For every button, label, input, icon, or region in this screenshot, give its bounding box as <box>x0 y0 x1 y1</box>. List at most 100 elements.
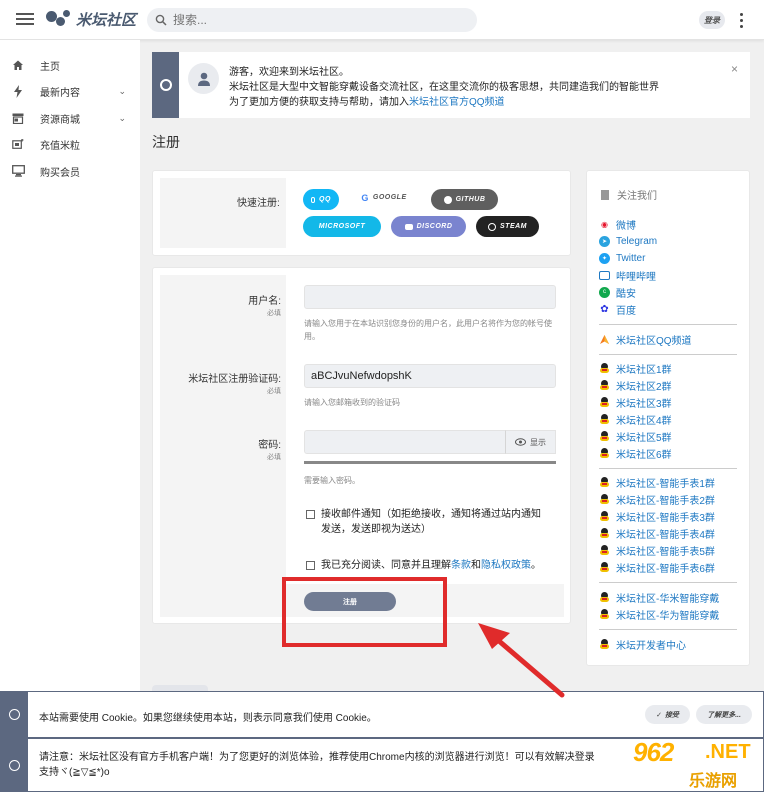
home-icon <box>11 58 25 72</box>
link-label: 米坛社区-华米智能穿戴 <box>616 593 720 605</box>
sidebar: 主页 最新内容 ⌄ 资源商城 ⌄ 充值米粒 购买会员 <box>0 40 140 792</box>
qq-icon <box>599 379 610 391</box>
label-column <box>160 178 286 248</box>
link-bilibili[interactable]: 哔哩哔哩 <box>599 268 656 283</box>
accept-cookie-button[interactable]: ✓ 接受 <box>645 705 690 724</box>
sidebar-item-store[interactable]: 资源商城 ⌄ <box>0 105 140 132</box>
link-watch-group[interactable]: 米坛社区-智能手表1群 <box>599 475 715 490</box>
recharge-icon <box>11 138 25 152</box>
qq-icon <box>599 430 610 442</box>
link-brand-group[interactable]: 米坛社区-华米智能穿戴 <box>599 590 720 605</box>
steam-login-button[interactable]: STEAM <box>476 216 539 237</box>
baidu-icon: ✿ <box>600 303 609 315</box>
terms-link[interactable]: 条款 <box>451 560 471 571</box>
link-qq-channel[interactable]: 米坛社区QQ频道 <box>599 332 692 347</box>
sidebar-item-recharge[interactable]: 充值米粒 <box>0 132 140 159</box>
link-watch-group[interactable]: 米坛社区-智能手表3群 <box>599 509 715 524</box>
divider <box>599 324 737 325</box>
watermark-cn: 乐游网 <box>689 773 738 790</box>
document-icon <box>601 189 609 200</box>
qq-icon <box>599 591 610 603</box>
privacy-link[interactable]: 隐私权政策 <box>481 560 531 571</box>
agree-checkbox-row[interactable]: 我已充分阅读、同意并且理解条款和隐私权政策。 <box>306 558 541 573</box>
github-button-label: GITHUB <box>455 196 486 203</box>
agree-checkbox[interactable] <box>306 561 315 570</box>
link-watch-group[interactable]: 米坛社区-智能手表6群 <box>599 560 715 575</box>
learn-more-button[interactable]: 了解更多... <box>696 705 752 724</box>
globe-icon <box>159 79 172 91</box>
link-label: 米坛社区-智能手表3群 <box>616 512 715 524</box>
link-group[interactable]: 米坛社区6群 <box>599 446 672 461</box>
sidebar-item-membership[interactable]: 购买会员 <box>0 158 140 185</box>
cookie-message: 本站需要使用 Cookie。如果您继续使用本站，则表示同意我们使用 Cookie… <box>39 713 377 724</box>
required-text: 必填 <box>267 454 281 461</box>
agree-prefix: 我已充分阅读、同意并且理解 <box>321 560 451 571</box>
search-box[interactable] <box>147 8 477 32</box>
link-brand-group[interactable]: 米坛社区-华为智能穿戴 <box>599 607 719 622</box>
email-notify-checkbox-row[interactable]: 接收邮件通知（如拒绝接收，通知将通过站内通知 发送，发送即视为送达） <box>306 507 541 537</box>
red-arrow-icon <box>478 623 565 698</box>
qq-icon <box>599 608 610 620</box>
link-watch-group[interactable]: 米坛社区-智能手表5群 <box>599 543 715 558</box>
browser-notice-line2: 支持ヾ(≧▽≦*)o <box>39 767 110 778</box>
discord-login-button[interactable]: DISCORD <box>391 216 466 237</box>
logo-text: 米坛社区 <box>76 11 137 29</box>
more-options-icon[interactable] <box>736 11 746 29</box>
code-label: 米坛社区注册验证码: <box>188 374 281 385</box>
chevron-down-icon[interactable]: ⌄ <box>118 113 126 124</box>
show-password-button[interactable]: 显示 <box>505 430 556 454</box>
qq-login-button[interactable]: QQ <box>303 189 339 210</box>
chevron-down-icon[interactable]: ⌄ <box>118 86 126 97</box>
sidebar-item-home[interactable]: 主页 <box>0 52 140 79</box>
guest-notice: 游客，欢迎来到米坛社区。 米坛社区是大型中文智能穿戴设备交流社区，在这里交流你的… <box>152 52 750 118</box>
notice-line3: 为了更加方便的获取支持与帮助，请加入米坛社区官方QQ频道 <box>229 95 659 110</box>
notice-strip <box>1 739 28 791</box>
link-developer-center[interactable]: 米坛开发者中心 <box>599 637 686 652</box>
link-group[interactable]: 米坛社区3群 <box>599 395 672 410</box>
discord-button-label: DISCORD <box>416 223 453 230</box>
link-group[interactable]: 米坛社区4群 <box>599 412 672 427</box>
divider <box>599 354 737 355</box>
site-logo[interactable]: 米坛社区 <box>46 8 136 30</box>
link-group[interactable]: 米坛社区2群 <box>599 378 672 393</box>
register-form: 用户名: 必填 请输入您用于在本站识别您身份的用户名，此用户名将作为您的帐号使用… <box>152 267 571 624</box>
link-coolapk[interactable]: c 酷安 <box>599 285 636 300</box>
verification-code-input[interactable] <box>304 364 556 388</box>
link-label: 米坛社区2群 <box>616 381 672 393</box>
watermark-number: 962 <box>633 737 674 767</box>
link-baidu[interactable]: ✿ 百度 <box>599 302 636 317</box>
link-label: 米坛社区3群 <box>616 398 672 410</box>
show-password-label: 显示 <box>530 437 546 447</box>
github-login-button[interactable]: GITHUB <box>431 189 498 210</box>
monitor-icon <box>11 164 25 178</box>
watermark-net: .NET <box>705 741 751 763</box>
email-notify-checkbox[interactable] <box>306 510 315 519</box>
link-twitter[interactable]: ✦ Twitter <box>599 251 645 265</box>
menu-icon[interactable] <box>14 10 36 30</box>
username-label: 用户名: <box>248 296 281 307</box>
page-title: 注册 <box>152 134 180 150</box>
link-group[interactable]: 米坛社区5群 <box>599 429 672 444</box>
follow-us-heading: 关注我们 <box>601 187 657 202</box>
sidebar-item-label: 充值米粒 <box>40 141 80 153</box>
search-input[interactable] <box>173 13 453 27</box>
notice-line2: 米坛社区是大型中文智能穿戴设备交流社区，在这里交流你的极客思想，共同建造我们的智… <box>229 82 659 93</box>
link-watch-group[interactable]: 米坛社区-智能手表2群 <box>599 492 715 507</box>
username-input[interactable] <box>304 285 556 309</box>
browser-notice-line1: 请注意：米坛社区没有官方手机客户端！为了您更好的浏览体验，推荐使用Chrome内… <box>39 752 595 763</box>
password-input[interactable] <box>304 430 506 454</box>
qq-channel-link[interactable]: 米坛社区官方QQ频道 <box>409 97 505 108</box>
qq-icon <box>599 413 610 425</box>
link-watch-group[interactable]: 米坛社区-智能手表4群 <box>599 526 715 541</box>
qq-icon <box>599 447 610 459</box>
link-group[interactable]: 米坛社区1群 <box>599 361 672 376</box>
link-weibo[interactable]: ◉ 微博 <box>599 217 636 232</box>
store-icon <box>11 111 25 125</box>
close-icon[interactable]: × <box>731 62 738 76</box>
login-button[interactable]: 登录 <box>699 11 725 29</box>
link-telegram[interactable]: ➤ Telegram <box>599 234 657 248</box>
google-login-button[interactable]: G GOOGLE <box>351 187 417 208</box>
sidebar-item-latest[interactable]: 最新内容 ⌄ <box>0 79 140 106</box>
microsoft-login-button[interactable]: MICROSOFT <box>303 216 381 237</box>
agree-suffix: 。 <box>531 560 541 571</box>
